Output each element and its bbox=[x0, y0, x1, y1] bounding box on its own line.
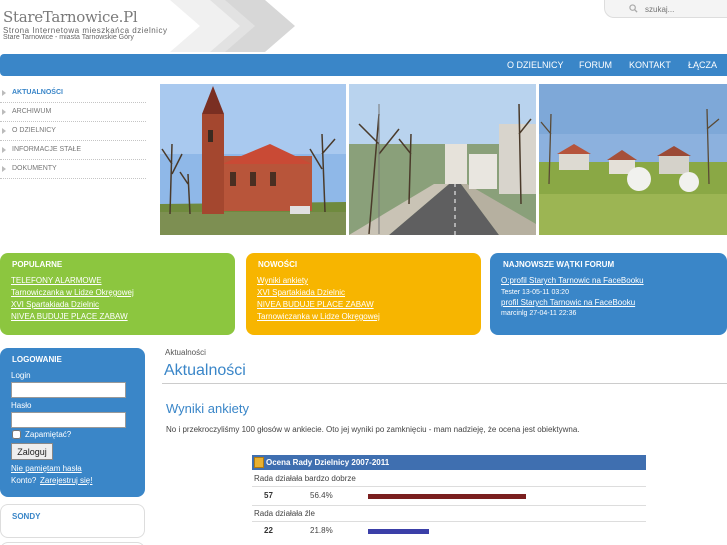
poll-icon bbox=[254, 457, 264, 468]
header-chevron-decoration bbox=[170, 0, 295, 52]
sidebar-item-label: AKTUALNOŚCI bbox=[12, 89, 63, 96]
site-title[interactable]: StareTarnowice.Pl bbox=[3, 8, 138, 26]
account-prompt: Konto? bbox=[11, 476, 37, 485]
news-link[interactable]: XVI Spartakiada Dzielnic bbox=[257, 288, 345, 297]
search-box bbox=[604, 0, 727, 18]
sidebar-item-label: ARCHIWUM bbox=[12, 108, 52, 115]
poll-results: Ocena Rady Dzielnicy 2007-2011 Rada dzia… bbox=[252, 455, 646, 545]
breadcrumb[interactable]: Aktualności bbox=[165, 348, 206, 357]
nav-item-kontakt[interactable]: KONTAKT bbox=[629, 60, 671, 70]
forum-thread-meta: marcinlg 27-04-11 22:36 bbox=[501, 310, 577, 317]
arrow-right-icon bbox=[2, 147, 6, 153]
site-subtitle-2: Stare Tarnowice - miasta Tarnowskie Góry bbox=[3, 34, 134, 41]
sidebar-item-aktualnosci[interactable]: AKTUALNOŚCI bbox=[0, 84, 146, 103]
divider bbox=[252, 486, 646, 487]
article-text: No i przekroczyliśmy 100 głosów w ankiec… bbox=[166, 425, 580, 434]
password-input[interactable] bbox=[11, 412, 126, 428]
nav-item-forum[interactable]: FORUM bbox=[579, 60, 612, 70]
sidebar-item-label: DOKUMENTY bbox=[12, 165, 57, 172]
login-panel: LOGOWANIE Login Hasło Zapamiętać? Zalogu… bbox=[0, 348, 145, 497]
remember-checkbox[interactable] bbox=[12, 430, 21, 439]
polls-title: SONDY bbox=[12, 512, 41, 521]
article-title[interactable]: Wyniki ankiety bbox=[166, 401, 249, 416]
popular-box: POPULARNE TELEFONY ALARMOWE Tarnowiczank… bbox=[0, 253, 235, 335]
forum-thread-link[interactable]: O:profil Starych Tarnowic na FaceBooku bbox=[501, 276, 644, 285]
popular-link[interactable]: NIVEA BUDUJE PLACE ZABAW bbox=[11, 312, 128, 321]
sidebar-item-label: O DZIELNICY bbox=[12, 127, 56, 134]
sidebar-item-informacje-stale[interactable]: INFORMACJE STAŁE bbox=[0, 141, 146, 160]
forum-box: NAJNOWSZE WĄTKI FORUM O:profil Starych T… bbox=[490, 253, 727, 335]
poll-percent: 56.4% bbox=[310, 491, 333, 500]
forgot-password-link[interactable]: Nie pamiętam hasła bbox=[11, 464, 82, 473]
login-label: Login bbox=[11, 371, 31, 380]
sidebar-item-archiwum[interactable]: ARCHIWUM bbox=[0, 103, 146, 122]
poll-bar bbox=[368, 494, 526, 499]
forum-box-title: NAJNOWSZE WĄTKI FORUM bbox=[503, 260, 615, 269]
divider bbox=[252, 505, 646, 506]
login-input[interactable] bbox=[11, 382, 126, 398]
popular-box-title: POPULARNE bbox=[12, 260, 63, 269]
divider bbox=[162, 383, 727, 384]
photo-church bbox=[160, 84, 346, 235]
news-box: NOWOŚCI Wyniki ankiety XVI Spartakiada D… bbox=[246, 253, 481, 335]
nav-item-lacza[interactable]: ŁĄCZA bbox=[688, 60, 717, 70]
sidebar-item-dokumenty[interactable]: DOKUMENTY bbox=[0, 160, 146, 179]
news-link[interactable]: NIVEA BUDUJE PLACE ZABAW bbox=[257, 300, 374, 309]
forum-thread-link[interactable]: profil Starych Tarnowic na FaceBooku bbox=[501, 298, 635, 307]
arrow-right-icon bbox=[2, 128, 6, 134]
search-icon[interactable] bbox=[629, 4, 638, 13]
remember-label: Zapamiętać? bbox=[25, 430, 72, 439]
nav-item-o-dzielnicy[interactable]: O DZIELNICY bbox=[507, 60, 564, 70]
poll-votes: 22 bbox=[264, 526, 273, 535]
password-label: Hasło bbox=[11, 401, 32, 410]
top-navigation: O DZIELNICY FORUM KONTAKT ŁĄCZA bbox=[0, 54, 727, 76]
popular-link[interactable]: Tarnowiczanka w Lidze Okręgowej bbox=[11, 288, 134, 297]
arrow-right-icon bbox=[2, 166, 6, 172]
site-header: StareTarnowice.Pl Strona Internetowa mie… bbox=[0, 0, 727, 52]
sidebar-item-o-dzielnicy[interactable]: O DZIELNICY bbox=[0, 122, 146, 141]
poll-votes: 57 bbox=[264, 491, 273, 500]
popular-link[interactable]: TELEFONY ALARMOWE bbox=[11, 276, 102, 285]
polls-panel: SONDY bbox=[0, 504, 145, 538]
poll-question: Rada działała bardzo dobrze bbox=[254, 474, 356, 483]
poll-header: Ocena Rady Dzielnicy 2007-2011 bbox=[252, 455, 646, 470]
divider bbox=[252, 521, 646, 522]
poll-title: Ocena Rady Dzielnicy 2007-2011 bbox=[266, 458, 390, 467]
login-title: LOGOWANIE bbox=[12, 355, 62, 364]
photo-village bbox=[539, 84, 727, 235]
photo-street bbox=[349, 84, 536, 235]
sidebar-item-label: INFORMACJE STAŁE bbox=[12, 146, 82, 153]
popular-link[interactable]: XVI Spartakiada Dzielnic bbox=[11, 300, 99, 309]
side-menu: AKTUALNOŚCI ARCHIWUM O DZIELNICY INFORMA… bbox=[0, 84, 146, 179]
poll-question: Rada działała źle bbox=[254, 509, 315, 518]
news-box-title: NOWOŚCI bbox=[258, 260, 298, 269]
arrow-right-icon bbox=[2, 90, 6, 96]
poll-percent: 21.8% bbox=[310, 526, 333, 535]
arrow-right-icon bbox=[2, 109, 6, 115]
register-link[interactable]: Zarejestruj się! bbox=[40, 476, 92, 485]
news-link[interactable]: Tarnowiczanka w Lidze Okręgowej bbox=[257, 312, 380, 321]
poll-bar bbox=[368, 529, 429, 534]
news-link[interactable]: Wyniki ankiety bbox=[257, 276, 308, 285]
search-input[interactable] bbox=[645, 2, 725, 16]
forum-thread-meta: Tester 13-05-11 03:20 bbox=[501, 289, 569, 296]
page-title: Aktualności bbox=[164, 362, 246, 379]
login-button[interactable]: Zaloguj bbox=[11, 443, 53, 460]
